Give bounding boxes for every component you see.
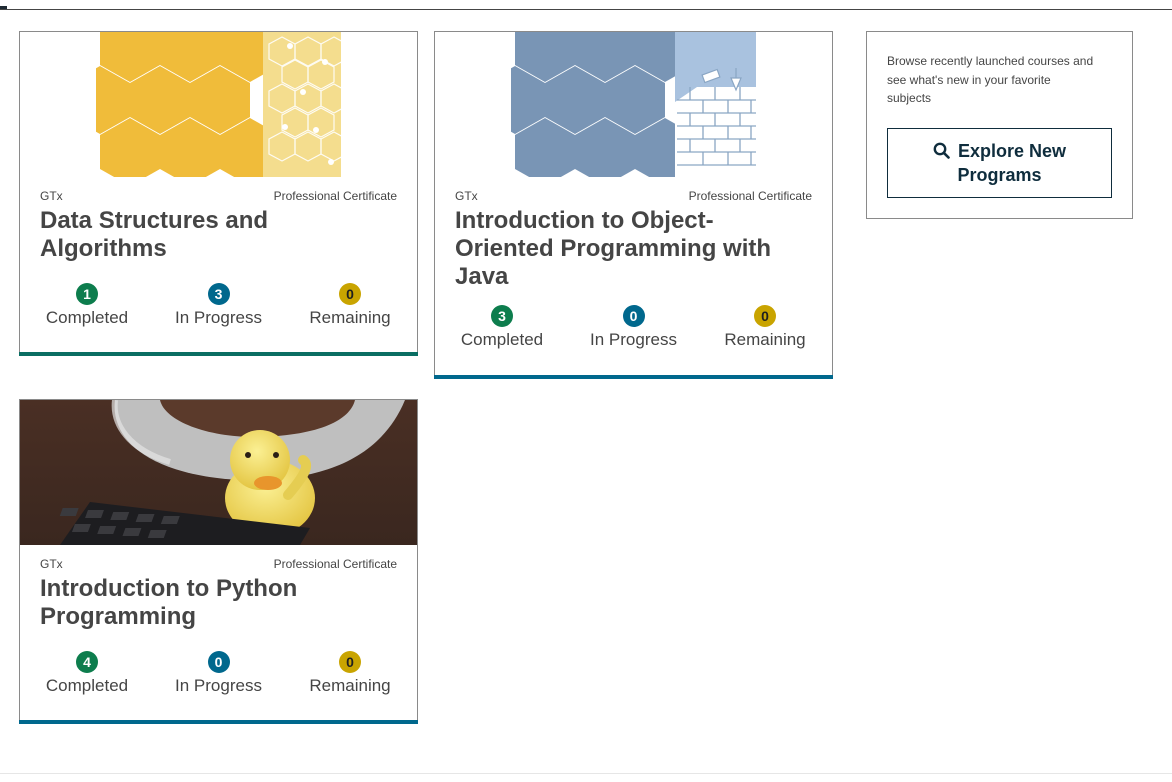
program-title[interactable]: Introduction to Object-Oriented Programm…: [435, 207, 795, 305]
program-card[interactable]: GTx Professional Certificate Data Struct…: [19, 31, 418, 356]
program-type: Professional Certificate: [273, 557, 397, 571]
in-progress-count-badge: 3: [207, 283, 230, 305]
remaining-stat: 0 Remaining: [305, 651, 395, 696]
program-org: GTx: [455, 189, 478, 203]
header-divider: [0, 9, 1172, 10]
in-progress-label: In Progress: [175, 308, 262, 327]
program-image: [20, 400, 417, 545]
in-progress-stat: 3 In Progress: [174, 283, 264, 328]
remaining-label: Remaining: [309, 308, 391, 327]
remaining-stat: 0 Remaining: [720, 305, 810, 350]
explore-description: Browse recently launched courses and see…: [887, 54, 1094, 105]
in-progress-stat: 0 In Progress: [174, 651, 264, 696]
remaining-label: Remaining: [309, 676, 391, 695]
remaining-count-badge: 0: [754, 305, 776, 327]
in-progress-label: In Progress: [175, 676, 262, 695]
completed-count-badge: 1: [76, 283, 98, 305]
completed-count-badge: 3: [491, 305, 513, 327]
completed-stat: 1 Completed: [42, 283, 132, 328]
program-title[interactable]: Data Structures and Algorithms: [20, 207, 417, 283]
remaining-count-badge: 0: [339, 283, 361, 305]
program-org: GTx: [40, 557, 63, 571]
explore-panel: Browse recently launched courses and see…: [866, 31, 1133, 219]
footer-divider: [0, 773, 1172, 774]
card-accent-bar: [19, 720, 418, 724]
remaining-count-badge: 0: [339, 651, 361, 673]
completed-label: Completed: [45, 676, 129, 695]
card-accent-bar: [19, 352, 418, 356]
program-card[interactable]: GTx Professional Certificate Introductio…: [19, 399, 418, 724]
search-icon: [933, 141, 958, 161]
program-type: Professional Certificate: [273, 189, 397, 203]
in-progress-count-badge: 0: [207, 651, 230, 673]
program-card[interactable]: GTx Professional Certificate Introductio…: [434, 31, 833, 379]
program-org: GTx: [40, 189, 63, 203]
program-title[interactable]: Introduction to Python Programming: [20, 575, 417, 651]
program-image: [435, 32, 832, 177]
completed-stat: 3 Completed: [457, 305, 547, 350]
completed-stat: 4 Completed: [42, 651, 132, 696]
program-image: [20, 32, 417, 177]
program-type: Professional Certificate: [688, 189, 812, 203]
completed-count-badge: 4: [76, 651, 98, 673]
completed-label: Completed: [45, 308, 129, 327]
card-accent-bar: [434, 375, 833, 379]
in-progress-label: In Progress: [590, 330, 677, 349]
in-progress-count-badge: 0: [622, 305, 645, 327]
completed-label: Completed: [460, 330, 544, 349]
in-progress-stat: 0 In Progress: [589, 305, 679, 350]
explore-new-programs-button[interactable]: Explore New Programs: [887, 128, 1112, 198]
explore-button-label: Explore New Programs: [957, 141, 1067, 185]
remaining-label: Remaining: [724, 330, 806, 349]
remaining-stat: 0 Remaining: [305, 283, 395, 328]
